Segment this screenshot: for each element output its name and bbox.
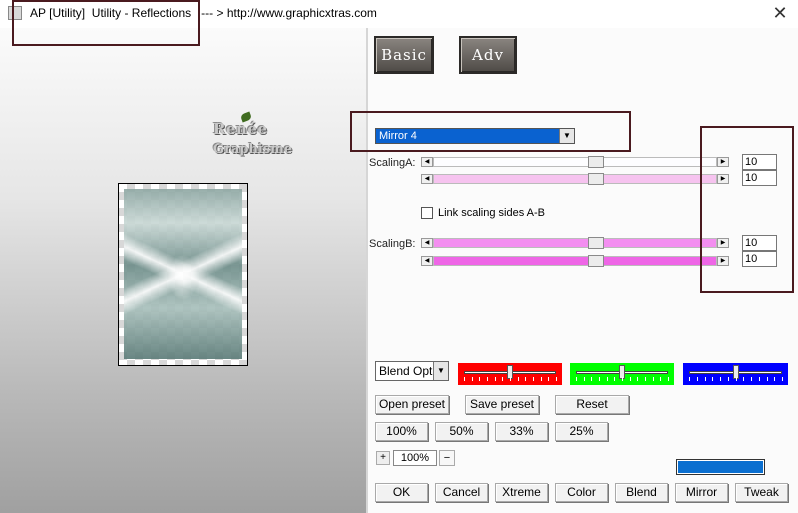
blend-button[interactable]: Blend: [615, 483, 668, 502]
open-preset-button[interactable]: Open preset: [375, 395, 449, 414]
link-scaling-label: Link scaling sides A-B: [438, 207, 545, 219]
watermark-line-1: Renée: [213, 120, 268, 138]
slider-tick: [517, 377, 519, 381]
slider-tick: [720, 377, 721, 381]
slider-tick: [668, 377, 669, 381]
zoom-100-button[interactable]: 100%: [375, 422, 428, 441]
color-button[interactable]: Color: [555, 483, 608, 502]
slider-tick: [704, 377, 706, 381]
slider-tick: [689, 377, 690, 381]
slider-tick: [751, 377, 752, 381]
slider-tick: [502, 377, 504, 381]
slider-tick: [556, 377, 557, 381]
slider-tick: [696, 377, 698, 381]
save-preset-button[interactable]: Save preset: [465, 395, 539, 414]
scaling-b2-track[interactable]: [433, 256, 717, 266]
scaling-b1-track[interactable]: [433, 238, 717, 248]
slider-tick: [606, 377, 608, 381]
slider-tick: [622, 377, 623, 381]
blend-options-dropdown[interactable]: Blend Options ▼: [375, 361, 449, 381]
preview-image: [124, 189, 242, 359]
highlight-box-values: [700, 126, 794, 293]
slider-tick: [599, 377, 600, 381]
close-icon[interactable]: ✕: [768, 2, 792, 24]
slider-tick: [540, 377, 542, 381]
highlight-box-mode: [350, 111, 631, 152]
slider-tick: [487, 377, 488, 381]
slider-tick: [471, 377, 473, 381]
slider-tick: [652, 377, 654, 381]
blue-channel-slider[interactable]: [683, 363, 788, 385]
slider-tick: [782, 377, 783, 381]
tweak-button[interactable]: Tweak: [735, 483, 788, 502]
reset-button[interactable]: Reset: [555, 395, 629, 414]
slider-tick: [479, 377, 481, 381]
scaling-a1-track[interactable]: [433, 157, 717, 167]
slider-tick: [525, 377, 527, 381]
slider-tick: [583, 377, 585, 381]
slider-tick: [735, 377, 737, 381]
slider-tick: [533, 377, 534, 381]
slider-tick: [645, 377, 646, 381]
slider-tick: [637, 377, 639, 381]
zoom-50-button[interactable]: 50%: [435, 422, 488, 441]
zoom-25-button[interactable]: 25%: [555, 422, 608, 441]
slider-tick: [464, 377, 465, 381]
scaling-a2-left-arrow[interactable]: ◀: [421, 174, 433, 184]
slider-tick: [510, 377, 511, 381]
red-channel-slider[interactable]: [458, 363, 562, 385]
watermark-line-2: Graphisme: [213, 142, 293, 157]
slider-tick: [629, 377, 631, 381]
color-swatch[interactable]: [676, 459, 765, 475]
slider-tick: [614, 377, 616, 381]
cancel-button[interactable]: Cancel: [435, 483, 488, 502]
scaling-b-label: ScalingB:: [369, 238, 416, 250]
zoom-field[interactable]: 100%: [393, 450, 437, 466]
xtreme-button[interactable]: Xtreme: [495, 483, 548, 502]
slider-tick: [774, 377, 776, 381]
scaling-b2-thumb[interactable]: [588, 255, 605, 267]
scaling-b1-thumb[interactable]: [588, 237, 605, 249]
slider-tick: [494, 377, 496, 381]
mirror-button[interactable]: Mirror: [675, 483, 728, 502]
ok-button[interactable]: OK: [375, 483, 428, 502]
scaling-a2-thumb[interactable]: [588, 173, 605, 185]
scaling-a1-thumb[interactable]: [588, 156, 605, 168]
basic-tab-button[interactable]: Basic: [374, 36, 434, 74]
zoom-in-button[interactable]: +: [376, 451, 390, 465]
chevron-down-icon[interactable]: ▼: [433, 362, 448, 380]
scaling-a2-track[interactable]: [433, 174, 717, 184]
link-scaling-checkbox[interactable]: [421, 207, 433, 219]
scaling-b2-left-arrow[interactable]: ◀: [421, 256, 433, 266]
zoom-out-button[interactable]: −: [439, 450, 455, 466]
highlight-box-title: [12, 0, 200, 46]
slider-tick: [727, 377, 729, 381]
slider-tick: [591, 377, 593, 381]
slider-tick: [712, 377, 714, 381]
adv-tab-button[interactable]: Adv: [459, 36, 517, 74]
slider-tick: [743, 377, 745, 381]
scaling-a-label: ScalingA:: [369, 157, 416, 169]
slider-tick: [758, 377, 760, 381]
scaling-b1-left-arrow[interactable]: ◀: [421, 238, 433, 248]
slider-tick: [576, 377, 577, 381]
slider-tick: [766, 377, 768, 381]
green-channel-slider[interactable]: [570, 363, 674, 385]
slider-tick: [548, 377, 550, 381]
slider-tick: [660, 377, 662, 381]
scaling-a1-left-arrow[interactable]: ◀: [421, 157, 433, 167]
preview-thumbnail[interactable]: [118, 183, 248, 366]
zoom-33-button[interactable]: 33%: [495, 422, 548, 441]
